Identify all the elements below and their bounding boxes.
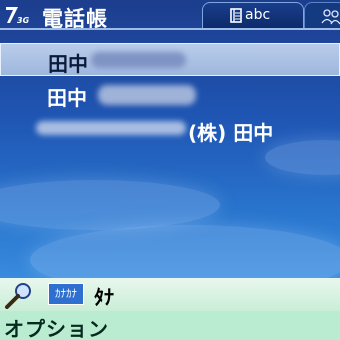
contact-row[interactable]: 田中: [0, 78, 340, 111]
status-bar: 3G 電話帳 abc: [0, 0, 340, 32]
input-mode-badge[interactable]: ｶﾅｶﾅ: [48, 283, 84, 305]
softkey-bar: オプション: [0, 311, 340, 340]
tab-group[interactable]: [304, 2, 340, 29]
contact-row[interactable]: (株) 田中: [0, 113, 340, 146]
contact-name: 田中: [47, 86, 87, 110]
search-bar: ｶﾅｶﾅ ﾀﾅ: [0, 278, 340, 311]
redacted-name: [98, 85, 196, 105]
search-icon: [5, 283, 31, 309]
group-icon: [321, 9, 340, 25]
search-input[interactable]: ﾀﾅ: [94, 281, 114, 310]
redacted-name: [36, 121, 186, 135]
contact-row[interactable]: 田中: [0, 43, 340, 76]
contact-name: 田中: [48, 52, 88, 76]
tab-abc-label: abc: [245, 7, 271, 23]
phonebook-screen: 3G 電話帳 abc 田中 田中 (株) 田中 ｶﾅｶﾅ ﾀﾅ オプション: [0, 0, 340, 340]
network-indicator: 3G: [17, 16, 30, 25]
redacted-name: [91, 52, 186, 68]
options-softkey[interactable]: オプション: [4, 313, 109, 340]
tab-divider: [0, 28, 340, 30]
background-cloud: [0, 180, 220, 230]
tab-abc[interactable]: abc: [202, 2, 304, 29]
address-book-icon: [230, 8, 242, 23]
contact-name: (株) 田中: [188, 121, 274, 145]
